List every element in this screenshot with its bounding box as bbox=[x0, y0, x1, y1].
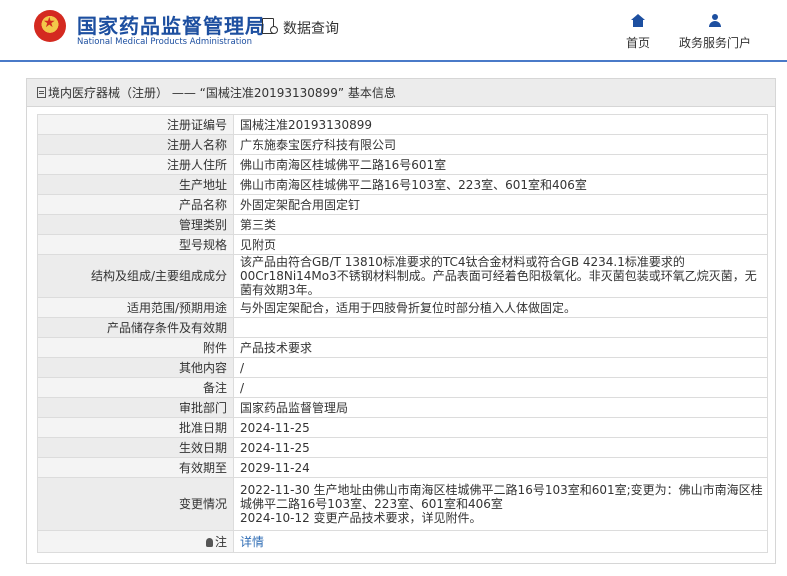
table-row-note: 注详情 bbox=[37, 530, 768, 553]
field-value: 国械注准20193130899 bbox=[233, 114, 768, 135]
field-value[interactable]: 产品技术要求 bbox=[233, 337, 768, 358]
field-value: / bbox=[233, 377, 768, 398]
field-label: 管理类别 bbox=[37, 214, 234, 235]
table-row: 注册证编号 国械注准20193130899 bbox=[37, 114, 768, 135]
table-row: 产品储存条件及有效期 bbox=[37, 317, 768, 338]
table-row: 产品名称 外固定架配合用固定钉 bbox=[37, 194, 768, 215]
note-value-cell: 详情 bbox=[233, 530, 768, 553]
table-row: 注册人住所 佛山市南海区桂城佛平二路16号601室 bbox=[37, 154, 768, 175]
table-row: 生效日期 2024-11-25 bbox=[37, 437, 768, 458]
table-row: 注册人名称 广东施泰宝医疗科技有限公司 bbox=[37, 134, 768, 155]
field-label: 附件 bbox=[37, 337, 234, 358]
field-label: 注册人住所 bbox=[37, 154, 234, 175]
field-label: 注册人名称 bbox=[37, 134, 234, 155]
device-info-panel: 境内医疗器械（注册） —— “国械注准20193130899” 基本信息 注册证… bbox=[26, 78, 776, 564]
nav-home-label: 首页 bbox=[626, 36, 651, 50]
document-icon bbox=[37, 87, 46, 98]
field-value: 佛山市南海区桂城佛平二路16号601室 bbox=[233, 154, 768, 175]
national-emblem-logo bbox=[34, 10, 66, 42]
details-link[interactable]: 详情 bbox=[240, 535, 264, 549]
field-label: 产品名称 bbox=[37, 194, 234, 215]
field-value: 佛山市南海区桂城佛平二路16号103室、223室、601室和406室 bbox=[233, 174, 768, 195]
field-label: 结构及组成/主要组成成分 bbox=[37, 254, 234, 298]
field-value: 2029-11-24 bbox=[233, 457, 768, 478]
site-header: 国家药品监督管理局 National Medical Products Admi… bbox=[0, 0, 787, 62]
nav-home[interactable]: 首页 bbox=[626, 14, 650, 51]
field-value: 第三类 bbox=[233, 214, 768, 235]
table-row: 有效期至 2029-11-24 bbox=[37, 457, 768, 478]
field-label: 生产地址 bbox=[37, 174, 234, 195]
table-row: 备注 / bbox=[37, 377, 768, 398]
table-row: 附件 产品技术要求 bbox=[37, 337, 768, 358]
field-value: 外固定架配合用固定钉 bbox=[233, 194, 768, 215]
table-row: 批准日期 2024-11-25 bbox=[37, 417, 768, 438]
data-query-label: 数据查询 bbox=[283, 21, 339, 37]
data-query-link[interactable]: 数据查询 bbox=[262, 18, 339, 38]
lightbulb-icon bbox=[205, 537, 213, 547]
table-row: 型号规格 见附页 bbox=[37, 234, 768, 255]
nav-gov-service-portal[interactable]: 政务服务门户 bbox=[679, 14, 751, 51]
field-value bbox=[233, 317, 768, 338]
field-label: 变更情况 bbox=[37, 477, 234, 531]
field-value: 2022-11-30 生产地址由佛山市南海区桂城佛平二路16号103室和601室… bbox=[233, 477, 768, 531]
field-label: 生效日期 bbox=[37, 437, 234, 458]
table-row: 生产地址 佛山市南海区桂城佛平二路16号103室、223室、601室和406室 bbox=[37, 174, 768, 195]
table-row: 审批部门 国家药品监督管理局 bbox=[37, 397, 768, 418]
brand-title: 国家药品监督管理局 bbox=[77, 14, 266, 38]
field-value: 与外固定架配合，适用于四肢骨折复位时部分植入人体做固定。 bbox=[233, 297, 768, 318]
info-table: 注册证编号 国械注准20193130899 注册人名称 广东施泰宝医疗科技有限公司 注册… bbox=[37, 114, 768, 553]
field-label: 产品储存条件及有效期 bbox=[37, 317, 234, 338]
field-value: 2024-11-25 bbox=[233, 417, 768, 438]
field-label: 备注 bbox=[37, 377, 234, 398]
table-row: 其他内容 / bbox=[37, 357, 768, 378]
field-value: / bbox=[233, 357, 768, 378]
note-label: 注 bbox=[214, 534, 227, 549]
panel-title: 境内医疗器械（注册） —— “国械注准20193130899” 基本信息 bbox=[48, 86, 396, 100]
field-value: 2024-11-25 bbox=[233, 437, 768, 458]
nav-portal-label: 政务服务门户 bbox=[679, 36, 752, 50]
field-label: 型号规格 bbox=[37, 234, 234, 255]
table-row: 变更情况 2022-11-30 生产地址由佛山市南海区桂城佛平二路16号103室和… bbox=[37, 477, 768, 531]
note-label-cell: 注 bbox=[37, 530, 234, 553]
field-label: 有效期至 bbox=[37, 457, 234, 478]
field-value: 见附页 bbox=[233, 234, 768, 255]
field-label: 批准日期 bbox=[37, 417, 234, 438]
field-label: 审批部门 bbox=[37, 397, 234, 418]
field-value: 该产品由符合GB/T 13810标准要求的TC4钛合金材料或符合GB 4234.… bbox=[233, 254, 768, 298]
field-label: 注册证编号 bbox=[37, 114, 234, 135]
field-label: 其他内容 bbox=[37, 357, 234, 378]
table-row: 管理类别 第三类 bbox=[37, 214, 768, 235]
field-value: 广东施泰宝医疗科技有限公司 bbox=[233, 134, 768, 155]
brand-subtitle: National Medical Products Administration bbox=[77, 37, 252, 47]
home-icon bbox=[631, 14, 645, 28]
panel-header: 境内医疗器械（注册） —— “国械注准20193130899” 基本信息 bbox=[27, 79, 775, 107]
table-row: 结构及组成/主要组成成分 该产品由符合GB/T 13810标准要求的TC4钛合金材… bbox=[37, 254, 768, 298]
field-value: 国家药品监督管理局 bbox=[233, 397, 768, 418]
user-icon bbox=[708, 14, 722, 28]
field-label: 适用范围/预期用途 bbox=[37, 297, 234, 318]
document-search-icon bbox=[262, 18, 280, 38]
table-row: 适用范围/预期用途 与外固定架配合，适用于四肢骨折复位时部分植入人体做固定。 bbox=[37, 297, 768, 318]
